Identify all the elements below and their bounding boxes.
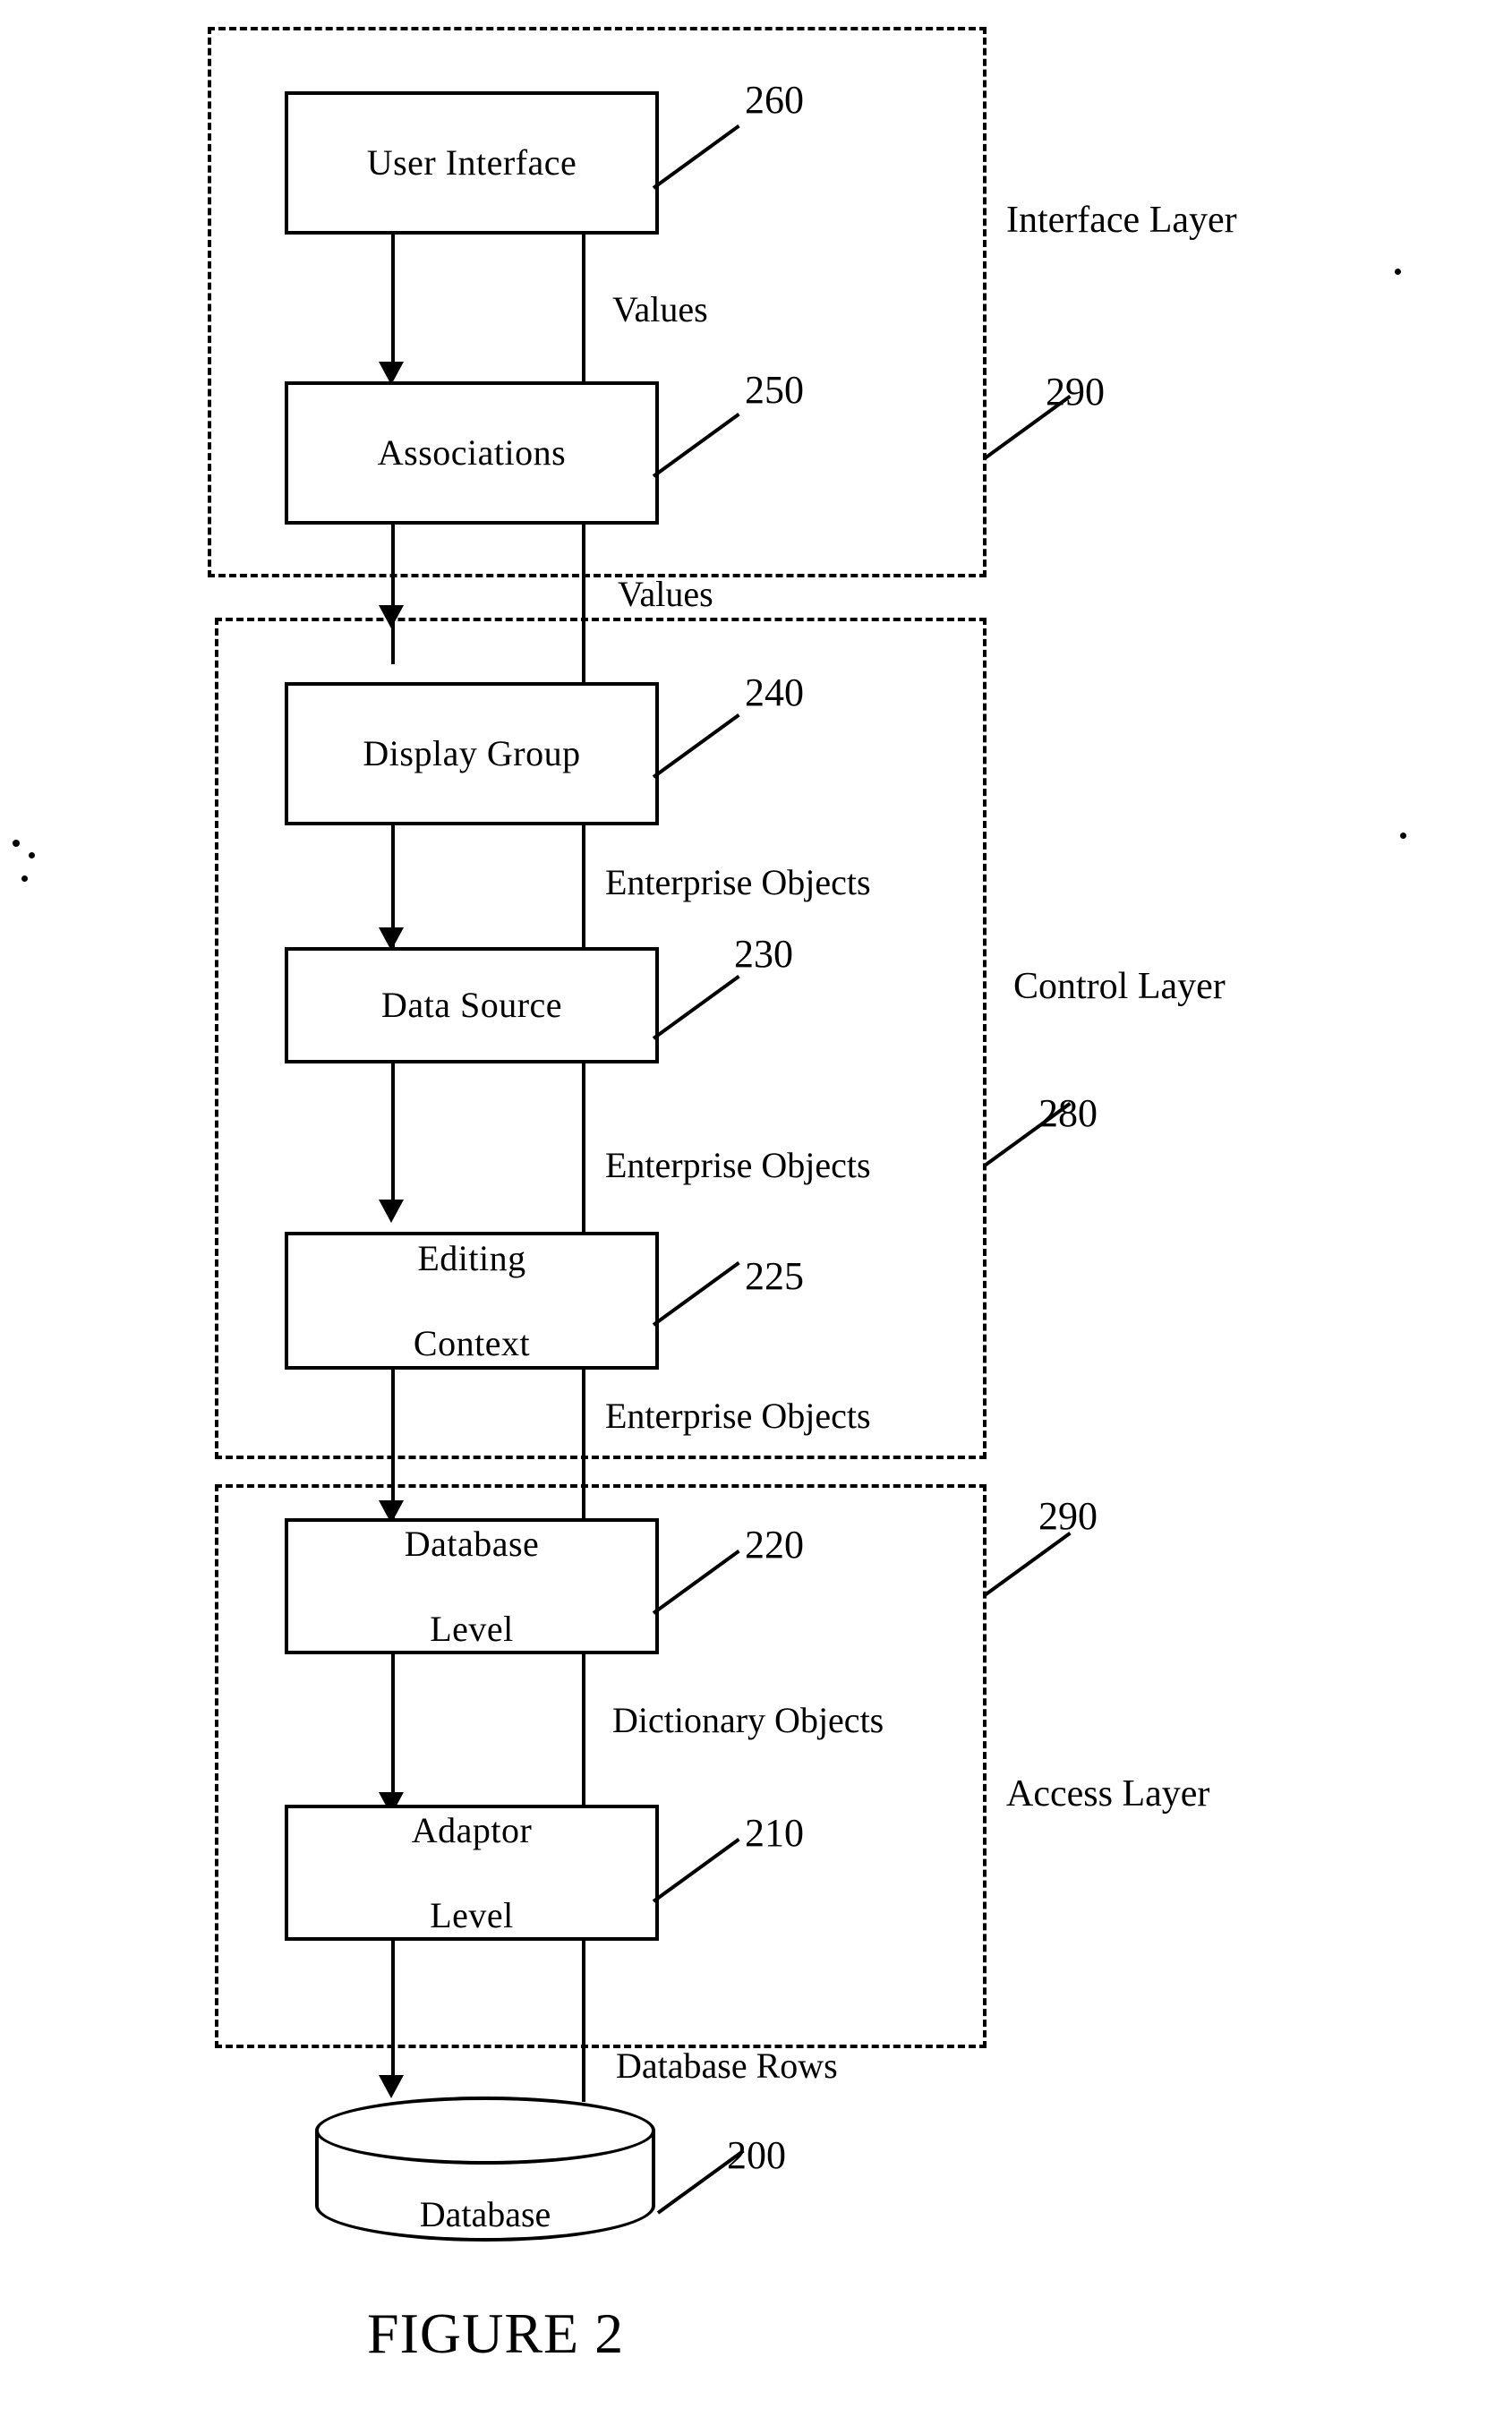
box-label: Database Level	[405, 1523, 540, 1650]
figure-canvas: User Interface Associations Display Grou…	[0, 0, 1512, 2434]
boundary-top-edge	[215, 618, 987, 621]
boundary-right-edge	[983, 618, 987, 1459]
ref-numeral-210: 210	[745, 1811, 804, 1855]
box-user-interface[interactable]: User Interface	[285, 91, 659, 235]
scan-speck	[21, 875, 28, 882]
ref-numeral-290-access: 290	[1038, 1494, 1098, 1538]
scan-speck	[1395, 269, 1401, 275]
layer-name-access: Access Layer	[1006, 1773, 1210, 1815]
connector-down-line	[391, 235, 395, 367]
datastore-label: Database	[419, 2194, 551, 2234]
scan-speck	[13, 840, 20, 847]
box-label-line2: Level	[430, 1894, 514, 1935]
cylinder-top-ellipse	[315, 2097, 655, 2165]
box-data-source[interactable]: Data Source	[285, 947, 659, 1063]
arrow-down-head	[379, 1200, 404, 1223]
box-label: Display Group	[363, 733, 581, 774]
box-database-level[interactable]: Database Level	[285, 1518, 659, 1654]
figure-caption: FIGURE 2	[367, 2302, 625, 2365]
flow-label-database-rows: Database Rows	[616, 2045, 838, 2086]
boundary-left-edge	[215, 1484, 218, 2048]
datastore-database-cylinder[interactable]: Database	[315, 2097, 655, 2276]
boundary-right-edge	[983, 27, 987, 577]
box-display-group[interactable]: Display Group	[285, 682, 659, 825]
boundary-bottom-edge	[215, 1456, 987, 1459]
box-label: Data Source	[380, 985, 563, 1026]
boundary-bottom-edge	[208, 574, 987, 577]
boundary-top-edge	[215, 1484, 987, 1488]
ref-numeral-200: 200	[727, 2133, 786, 2177]
ref-numeral-250: 250	[745, 368, 804, 412]
flow-label-dictionary-objects: Dictionary Objects	[612, 1700, 884, 1740]
connector-up-line	[582, 1941, 585, 2102]
boundary-left-edge	[208, 27, 211, 577]
box-associations[interactable]: Associations	[285, 381, 659, 525]
box-adaptor-level[interactable]: Adaptor Level	[285, 1805, 659, 1941]
scan-speck	[29, 852, 35, 858]
flow-label-enterprise-objects-ds: Enterprise Objects	[605, 1145, 871, 1185]
box-editing-context[interactable]: Editing Context	[285, 1232, 659, 1370]
layer-name-interface: Interface Layer	[1006, 200, 1237, 241]
box-label-line1: Database	[404, 1524, 540, 1565]
ref-numeral-240: 240	[745, 670, 804, 714]
connector-down-line	[391, 1063, 395, 1216]
box-label-line1: Adaptor	[411, 1810, 533, 1851]
ref-numeral-280-control: 280	[1038, 1091, 1098, 1135]
arrow-down-head	[379, 605, 404, 628]
boundary-right-edge	[983, 1484, 987, 2048]
ref-numeral-260: 260	[745, 78, 804, 122]
ref-numeral-225: 225	[745, 1254, 804, 1298]
box-label: Adaptor Level	[412, 1809, 533, 1936]
boundary-top-edge	[208, 27, 987, 30]
ref-numeral-220: 220	[745, 1523, 804, 1567]
connector-down-line	[391, 1654, 395, 1808]
arrow-down-head	[379, 2075, 404, 2098]
scan-speck	[1400, 833, 1406, 839]
boundary-bottom-edge	[215, 2045, 987, 2048]
flow-label-values-assoc: Values	[618, 574, 713, 614]
flow-label-values-ui: Values	[612, 289, 708, 329]
connector-down-line	[391, 1941, 395, 2082]
box-label: Associations	[377, 432, 567, 474]
box-label-line1: Editing	[417, 1238, 526, 1279]
leader-line-290-access	[983, 1532, 1072, 1597]
connector-down-line	[391, 1370, 395, 1520]
flow-label-enterprise-objects-ec: Enterprise Objects	[605, 1396, 871, 1436]
box-label: Editing Context	[414, 1237, 530, 1364]
ref-numeral-230: 230	[734, 932, 793, 976]
connector-down-line	[391, 525, 395, 664]
layer-name-control: Control Layer	[1013, 966, 1226, 1007]
box-label: User Interface	[366, 142, 577, 184]
flow-label-enterprise-objects-dg: Enterprise Objects	[605, 862, 871, 902]
boundary-left-edge	[215, 618, 218, 1459]
box-label-line2: Level	[430, 1608, 514, 1649]
box-label-line2: Context	[413, 1322, 531, 1363]
ref-numeral-290-interface: 290	[1046, 370, 1105, 414]
